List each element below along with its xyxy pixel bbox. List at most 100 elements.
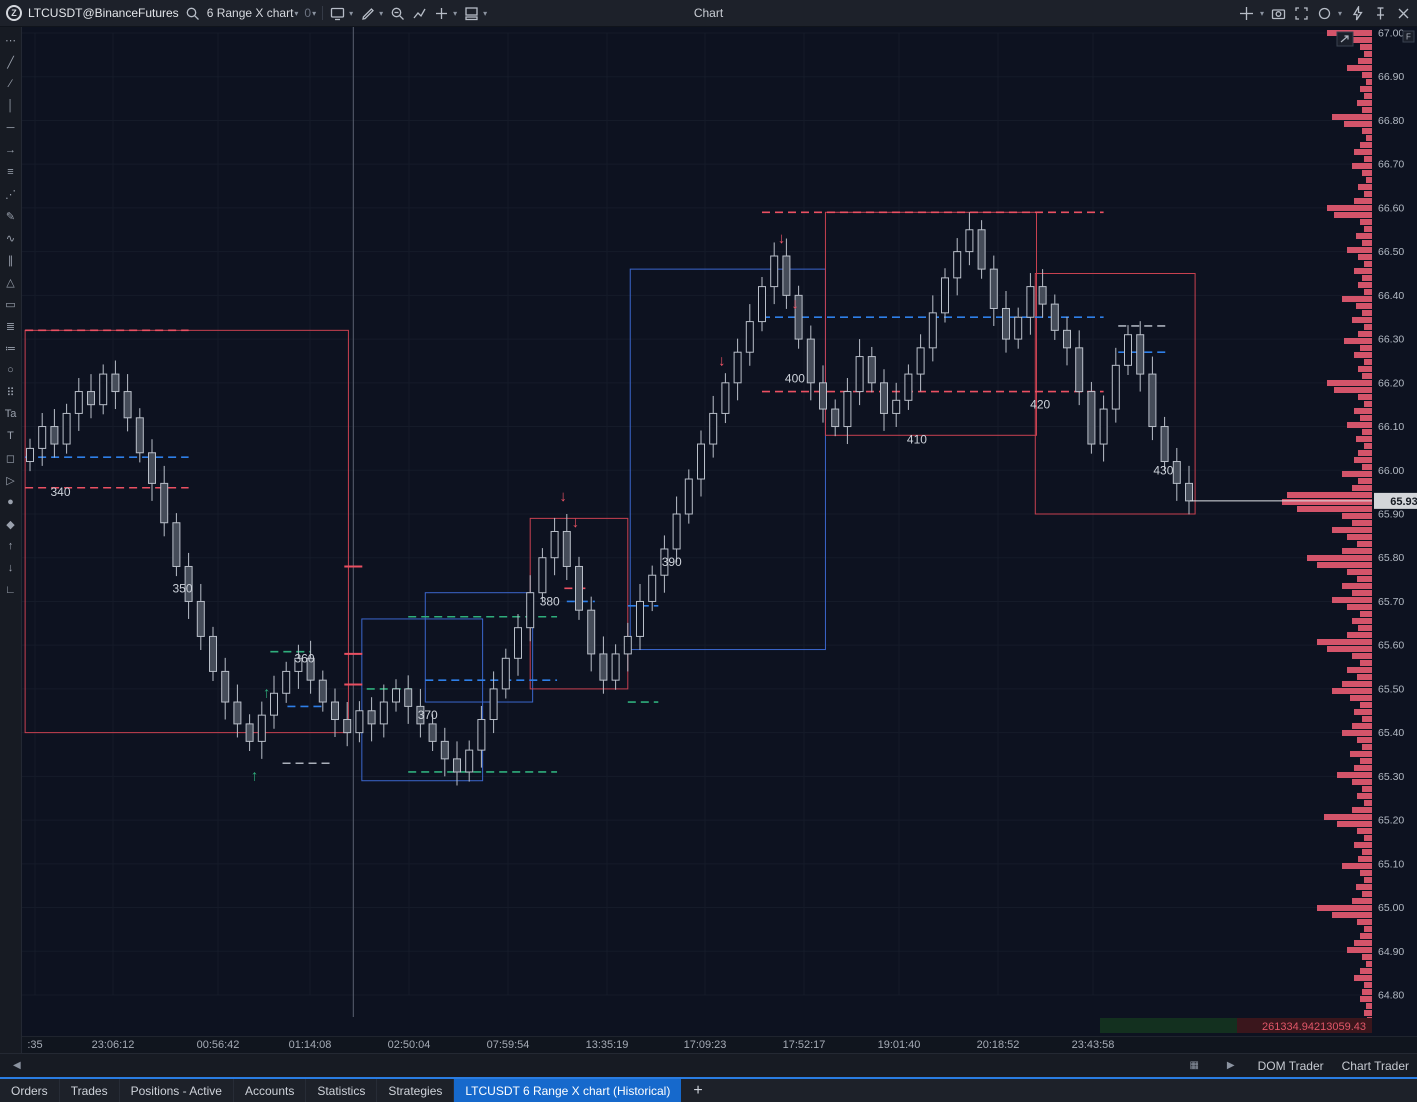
- triangle-tool-icon[interactable]: △: [1, 271, 21, 293]
- chevron-down-icon[interactable]: ▾: [453, 9, 457, 18]
- price-axis-label: 66.00: [1378, 465, 1404, 477]
- add-object-icon[interactable]: [433, 3, 449, 23]
- zoom-icon[interactable]: [389, 3, 405, 23]
- add-tab-button[interactable]: +: [681, 1079, 714, 1102]
- price-axis-label: 65.60: [1378, 640, 1404, 652]
- tab-orders[interactable]: Orders: [0, 1079, 60, 1102]
- candle: [1076, 348, 1083, 392]
- chart-trader-toggle[interactable]: Chart Trader: [1342, 1059, 1409, 1073]
- diamond-marker-icon[interactable]: ◆: [1, 513, 21, 535]
- search-icon[interactable]: [185, 3, 201, 23]
- candle: [210, 636, 217, 671]
- rectangle-tool-icon[interactable]: ▭: [1, 293, 21, 315]
- bars-back-selector[interactable]: 0 ▾: [304, 6, 316, 20]
- candle: [929, 313, 936, 348]
- candle: [75, 392, 82, 414]
- dotted-trend-icon[interactable]: ⋰: [1, 183, 21, 205]
- tab-strategies[interactable]: Strategies: [377, 1079, 454, 1102]
- candle: [820, 383, 827, 409]
- bar-number-label: 420: [1030, 398, 1050, 412]
- price-axis-label: 67.00: [1378, 28, 1404, 40]
- indicators-icon[interactable]: [411, 3, 427, 23]
- text-tool-icon[interactable]: T: [1, 425, 21, 447]
- bar-number-label: 370: [418, 708, 438, 722]
- tab-trades[interactable]: Trades: [60, 1079, 120, 1102]
- horizontal-rays-icon[interactable]: ≡: [1, 161, 21, 183]
- ellipse-tool-icon[interactable]: ○: [1, 359, 21, 381]
- time-label: 20:18:52: [977, 1039, 1020, 1051]
- callout-tool-icon[interactable]: ▷: [1, 469, 21, 491]
- dot-grid-icon[interactable]: ⠿: [1, 381, 21, 403]
- dot-marker-icon[interactable]: ●: [1, 491, 21, 513]
- vertical-line-icon[interactable]: │: [1, 95, 21, 117]
- candle: [332, 702, 339, 719]
- crosshair-icon[interactable]: [1239, 3, 1255, 23]
- grid-view-icon[interactable]: ▦: [1189, 1060, 1198, 1071]
- candle: [954, 252, 961, 278]
- drag-handle-icon[interactable]: ⋯: [1, 29, 21, 51]
- red-zone-box[interactable]: [25, 330, 348, 732]
- time-label: 19:01:40: [878, 1039, 921, 1051]
- arrow-up-marker-icon[interactable]: ↑: [1, 535, 21, 557]
- fib-extension-icon[interactable]: ≔: [1, 337, 21, 359]
- ruler-tool-icon[interactable]: ∟: [1, 579, 21, 601]
- screenshot-icon[interactable]: [1271, 3, 1287, 23]
- time-label: 02:50:04: [388, 1039, 431, 1051]
- candle: [868, 357, 875, 383]
- panels-icon[interactable]: [463, 3, 479, 23]
- wave-tool-icon[interactable]: ∿: [1, 227, 21, 249]
- ray-line-icon[interactable]: ∕: [1, 73, 21, 95]
- chevron-down-icon[interactable]: ▾: [483, 9, 487, 18]
- candle: [673, 514, 680, 549]
- freehand-pencil-icon[interactable]: ✎: [1, 205, 21, 227]
- drawing-tool-icon[interactable]: [359, 3, 375, 23]
- candle: [515, 628, 522, 659]
- chevron-down-icon[interactable]: ▾: [349, 9, 353, 18]
- price-axis-label: 65.90: [1378, 508, 1404, 520]
- candle: [527, 593, 534, 628]
- time-axis[interactable]: :3523:06:1200:56:4201:14:0802:50:0407:59…: [22, 1036, 1417, 1053]
- horizontal-line-icon[interactable]: ─: [1, 117, 21, 139]
- dom-trader-toggle[interactable]: DOM Trader: [1258, 1059, 1324, 1073]
- tab-accounts[interactable]: Accounts: [234, 1079, 306, 1102]
- fib-retracement-icon[interactable]: ≣: [1, 315, 21, 337]
- time-label: 07:59:54: [487, 1039, 530, 1051]
- tab-active-chart[interactable]: LTCUSDT 6 Range X chart (Historical): [454, 1079, 681, 1102]
- arrow-down-marker-icon[interactable]: ↓: [1, 557, 21, 579]
- tab-positions-active[interactable]: Positions - Active: [120, 1079, 234, 1102]
- chart-type-selector[interactable]: 6 Range X chart ▾: [207, 6, 299, 20]
- blue-zone-box[interactable]: [362, 619, 483, 781]
- price-axis-label: 65.80: [1378, 552, 1404, 564]
- fullscreen-icon[interactable]: [1294, 3, 1310, 23]
- candle: [734, 352, 741, 383]
- arrow-line-icon[interactable]: →: [1, 139, 21, 161]
- chevron-down-icon: ▾: [294, 9, 298, 18]
- close-icon[interactable]: [1395, 3, 1411, 23]
- chevron-down-icon[interactable]: ▾: [1338, 9, 1342, 18]
- candle: [454, 759, 461, 772]
- tab-statistics[interactable]: Statistics: [306, 1079, 377, 1102]
- app-window: Z LTCUSDT@BinanceFutures 6 Range X chart…: [0, 0, 1417, 1102]
- note-tool-icon[interactable]: ◻: [1, 447, 21, 469]
- scroll-left-icon[interactable]: ◀: [13, 1060, 21, 1071]
- candle: [1027, 287, 1034, 318]
- volume-profile: [1282, 30, 1372, 1030]
- time-label: 00:56:42: [197, 1039, 240, 1051]
- hotkey-lightning-icon[interactable]: [1349, 3, 1365, 23]
- candle: [856, 357, 863, 392]
- chevron-down-icon[interactable]: ▾: [379, 9, 383, 18]
- candle: [539, 558, 546, 593]
- data-series-icon[interactable]: [329, 3, 345, 23]
- candle: [1173, 462, 1180, 484]
- parallel-channel-icon[interactable]: ∥: [1, 249, 21, 271]
- scroll-right-icon[interactable]: ▶: [1227, 1060, 1235, 1071]
- text-style-icon[interactable]: Ta: [1, 403, 21, 425]
- candle: [905, 374, 912, 400]
- pin-icon[interactable]: [1372, 3, 1388, 23]
- trend-line-icon[interactable]: ╱: [1, 51, 21, 73]
- candle: [807, 339, 814, 383]
- shape-circle-icon[interactable]: [1317, 3, 1333, 23]
- bar-number-label: 350: [172, 581, 192, 595]
- chevron-down-icon[interactable]: ▾: [1260, 9, 1264, 18]
- chart-canvas[interactable]: ↓↓↓↓↓↑↑340350360370380390400410420430261…: [22, 27, 1417, 1036]
